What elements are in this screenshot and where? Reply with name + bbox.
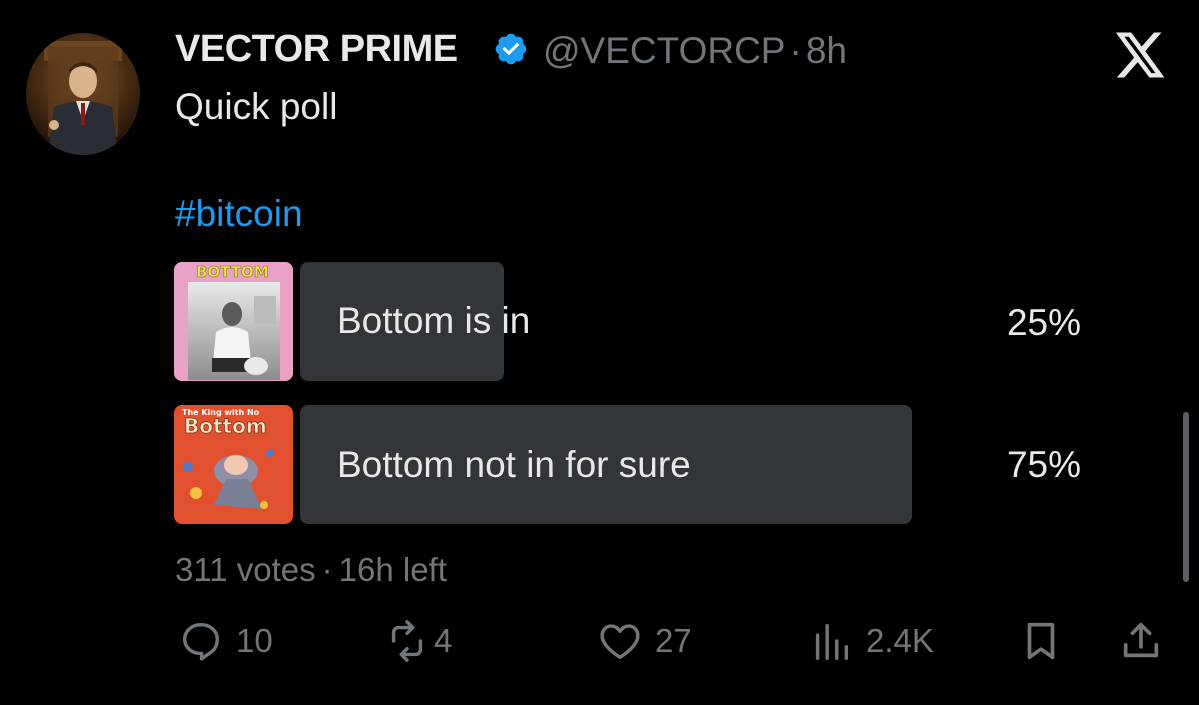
poll-time-left: 16h left [338,551,447,588]
poll-option-2-thumbnail: The King with No Bottom [174,405,293,524]
avatar-image [44,41,122,155]
author-handle[interactable]: @VECTORCP [543,30,785,71]
poll-option-1-thumbnail: BOTTOM [174,262,293,381]
reply-count: 10 [236,622,273,659]
reply-icon [182,622,220,661]
tweet-text: Quick poll [175,86,338,127]
tweet-time[interactable]: 8h [806,30,847,71]
like-count: 27 [655,622,692,659]
poll-option-1-percent: 25% [1006,302,1081,343]
poll-option-2-percent: 75% [1006,444,1081,485]
views-count: 2.4K [866,622,934,659]
repost-count: 4 [434,622,453,659]
hashtag-link[interactable]: #bitcoin [175,193,303,235]
poll-votes: 311 votes [175,551,316,588]
bookmark-icon [1027,622,1055,660]
reply-button[interactable]: 10 [178,618,273,664]
scrollbar[interactable] [1183,412,1189,582]
author-handle-time[interactable]: @VECTORCP · 8h [543,30,847,72]
share-button[interactable] [1118,618,1164,664]
share-icon [1123,622,1159,658]
verified-badge-icon [495,33,527,65]
bottom-meme-image: BOTTOM [174,262,293,381]
thumb-text-1: BOTTOM [196,263,269,281]
meta-separator: · [321,551,333,588]
thumb-text-2: Bottom [184,414,267,438]
bottom-book-cover-image: The King with No Bottom [174,405,293,524]
handle-separator: · [789,30,802,71]
like-button[interactable]: 27 [597,618,692,664]
poll-option-1-label: Bottom is in [337,300,531,341]
repost-button[interactable]: 4 [384,618,452,664]
x-logo-icon [1115,32,1165,78]
author-name[interactable]: VECTOR PRIME [175,28,458,71]
views-button[interactable]: 2.4K [808,618,934,664]
avatar[interactable] [26,33,140,155]
poll-meta: 311 votes · 16h left [175,551,447,589]
views-chart-icon [815,623,849,660]
repost-icon [391,620,423,662]
bookmark-button[interactable] [1018,618,1064,664]
poll-option-2-label: Bottom not in for sure [337,444,691,485]
heart-icon [600,624,640,660]
